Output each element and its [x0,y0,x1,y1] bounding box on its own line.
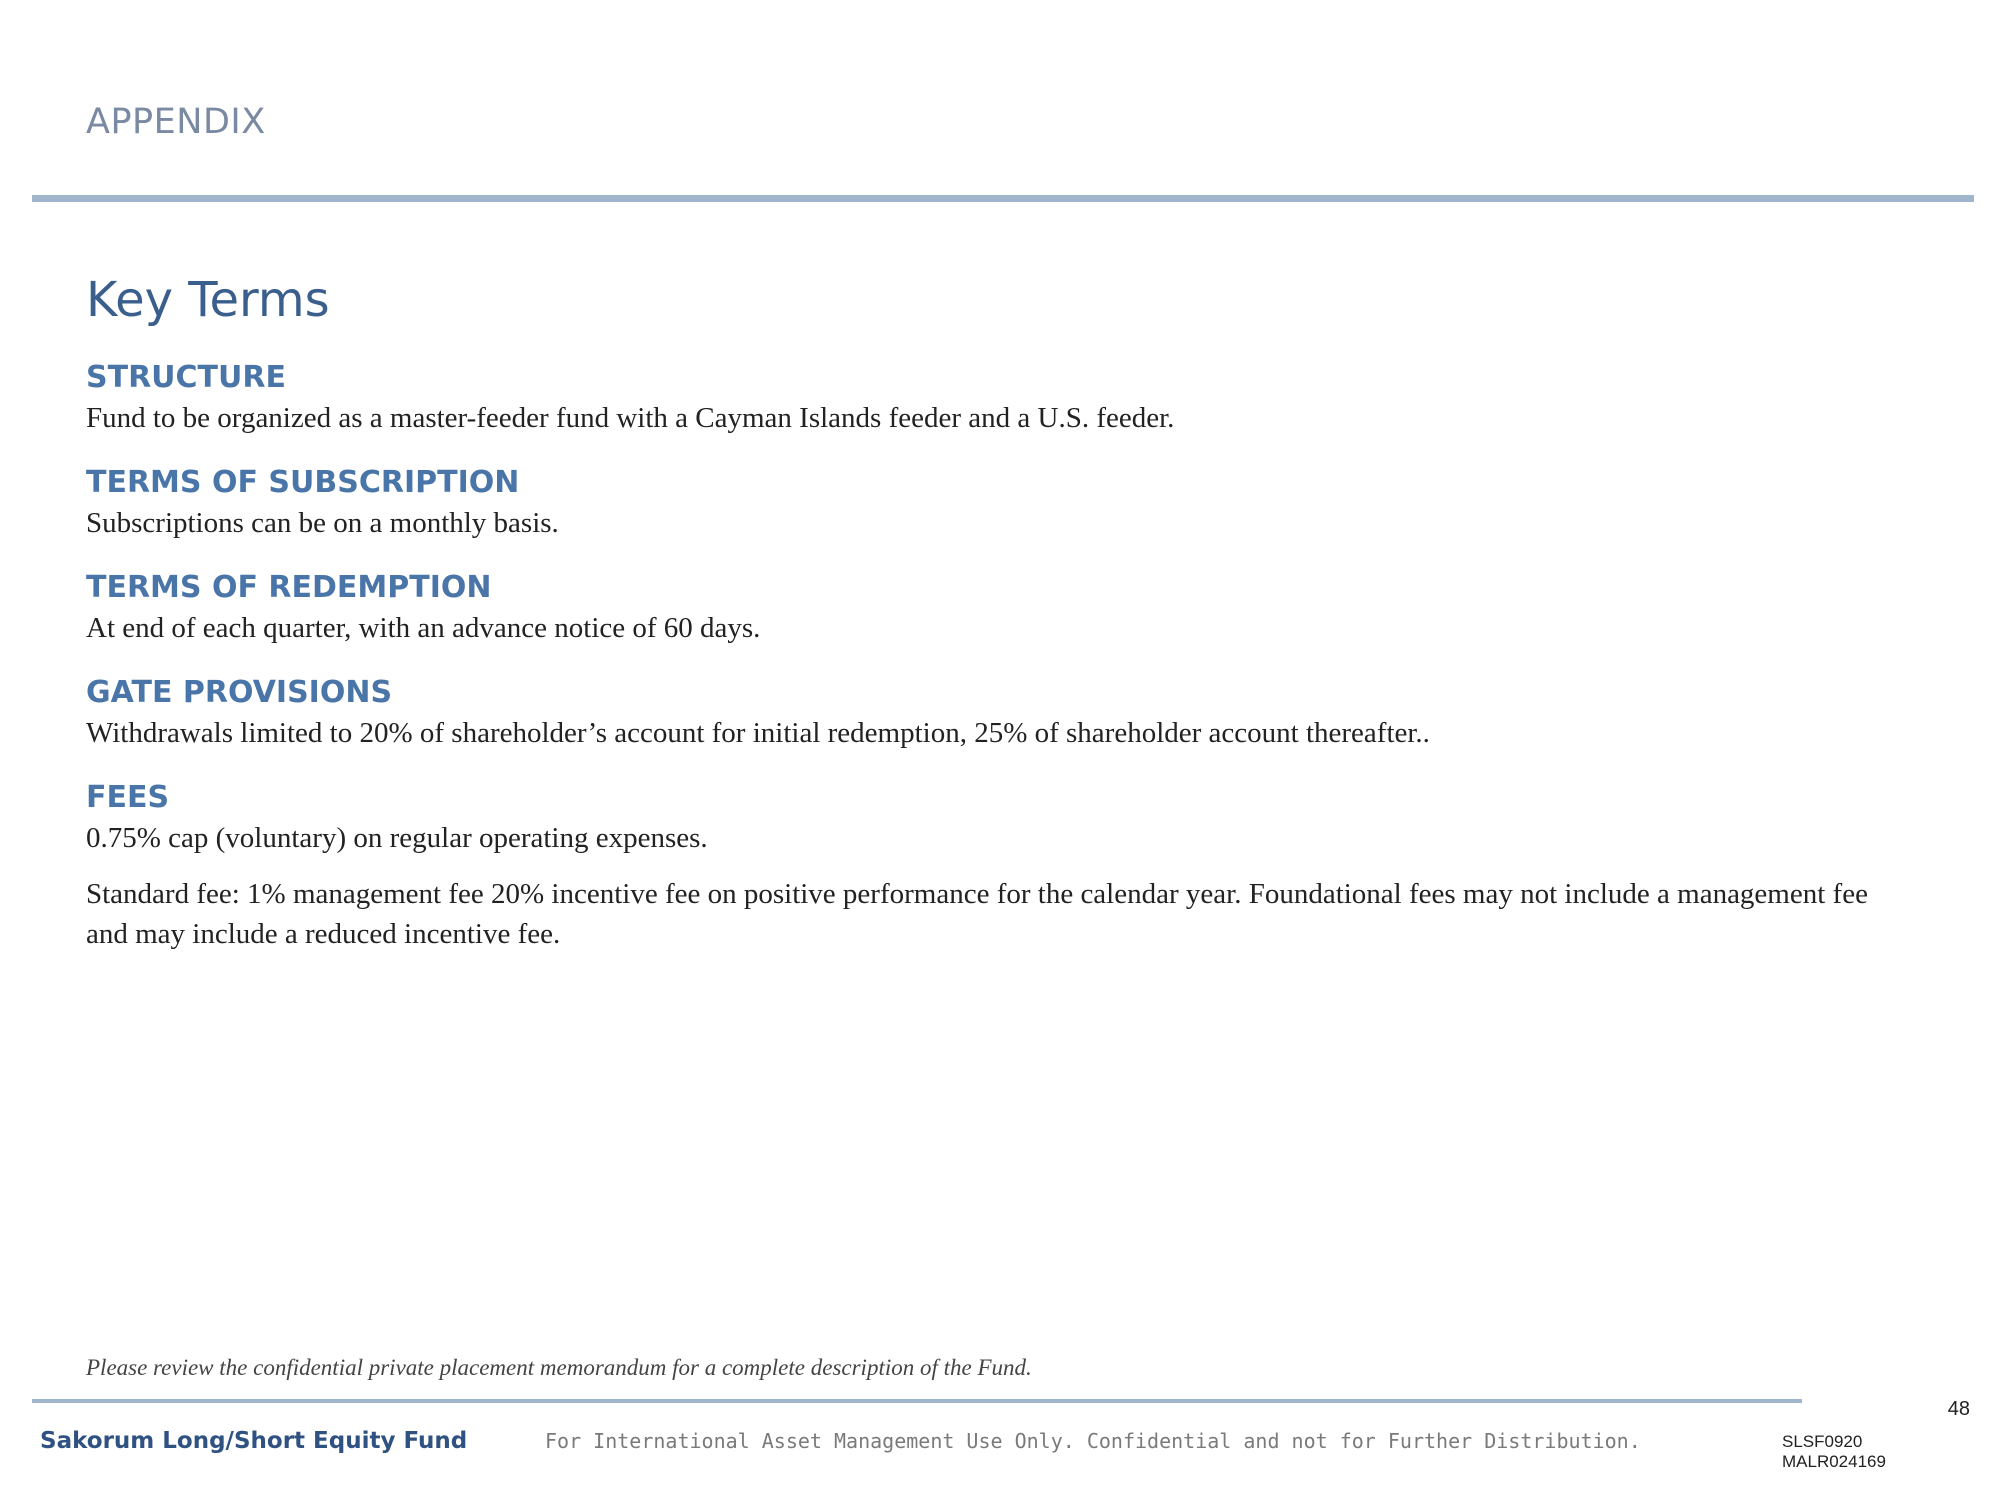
term-text: Fund to be organized as a master-feeder … [86,402,1175,434]
term-text: At end of each quarter, with an advance … [86,612,761,644]
term-heading: TERMS OF SUBSCRIPTION [86,465,520,500]
document-codes: SLSF0920 MALR024169 [1782,1432,1886,1472]
term-structure: STRUCTURE Fund to be organized as a mast… [86,358,1886,438]
term-text: 0.75% cap (voluntary) on regular operati… [86,822,708,854]
footer-confidential-notice: For International Asset Management Use O… [545,1429,1641,1453]
term-gate-provisions: GATE PROVISIONS Withdrawals limited to 2… [86,673,1886,753]
term-heading: FEES [86,780,170,815]
section-label: APPENDIX [86,102,266,142]
footer-divider [32,1399,1802,1403]
footer-fund-name: Sakorum Long/Short Equity Fund [40,1428,468,1454]
term-heading: TERMS OF REDEMPTION [86,570,492,605]
term-text: Subscriptions can be on a monthly basis. [86,507,559,539]
page-title: Key Terms [86,272,330,328]
doc-code: SLSF0920 [1782,1432,1863,1451]
doc-code: MALR024169 [1782,1452,1886,1471]
key-terms-list: STRUCTURE Fund to be organized as a mast… [86,358,1886,979]
term-text-standard-fee: Standard fee: 1% management fee 20% ince… [86,878,1868,950]
term-text: Withdrawals limited to 20% of shareholde… [86,717,1430,749]
term-heading: STRUCTURE [86,360,286,395]
term-heading: GATE PROVISIONS [86,675,393,710]
term-fees: FEES 0.75% cap (voluntary) on regular op… [86,778,1886,954]
disclaimer: Please review the confidential private p… [86,1355,1032,1380]
term-subscription: TERMS OF SUBSCRIPTION Subscriptions can … [86,463,1886,543]
header-divider [32,195,1974,202]
page-number: 48 [1947,1398,1970,1420]
term-redemption: TERMS OF REDEMPTION At end of each quart… [86,568,1886,648]
